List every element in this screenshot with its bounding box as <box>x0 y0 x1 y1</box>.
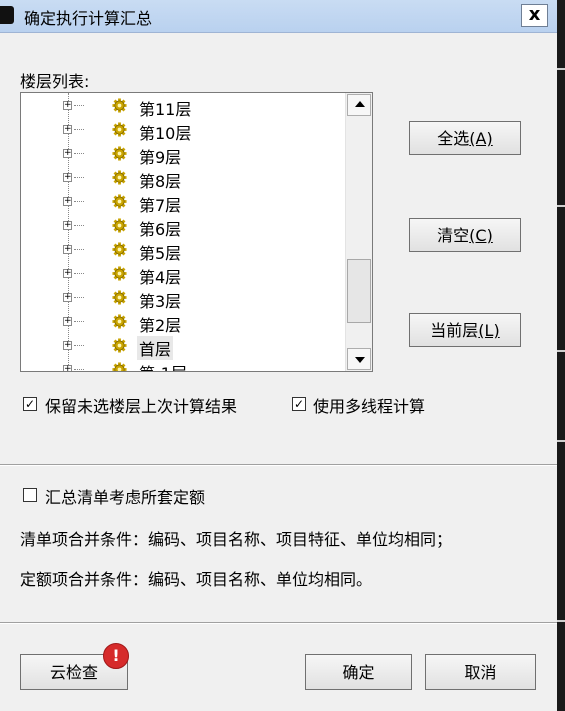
tree-connector <box>74 153 84 154</box>
list-item[interactable]: + 第4层 <box>21 263 345 287</box>
current-floor-mnemonic: (L) <box>478 321 500 340</box>
list-item-label: 第5层 <box>139 244 182 263</box>
select-all-mnemonic: (A) <box>469 129 493 148</box>
floor-gear-icon <box>112 290 127 305</box>
expand-icon[interactable]: + <box>63 149 72 158</box>
floor-gear-icon <box>112 194 127 209</box>
ok-button[interactable]: 确定 <box>305 654 412 690</box>
tree-connector <box>74 273 84 274</box>
list-item[interactable]: + 第3层 <box>21 287 345 311</box>
list-item-label: 第8层 <box>139 172 182 191</box>
tree-connector <box>74 297 84 298</box>
expand-icon[interactable]: + <box>63 125 72 134</box>
list-item-label: 第7层 <box>139 196 182 215</box>
keep-results-label[interactable]: 保留未选楼层上次计算结果 <box>45 393 237 417</box>
list-item-label: 第11层 <box>139 100 192 119</box>
expand-icon[interactable]: + <box>63 269 72 278</box>
floor-gear-icon <box>112 218 127 233</box>
floor-list[interactable]: + 第11层 + 第10层 + 第9层 + 第8层 + 第7层 + 第6层 + 第5层 + 第4层 + 第3层 + 第… <box>20 92 373 372</box>
floor-list-scrollbar[interactable] <box>345 93 372 371</box>
list-item-label: 第3层 <box>139 292 182 311</box>
expand-icon[interactable]: + <box>63 365 72 371</box>
list-item[interactable]: + 第9层 <box>21 143 345 167</box>
list-merge-condition: 清单项合并条件：编码、项目名称、项目特征、单位均相同； <box>20 530 453 549</box>
multithread-checkbox[interactable]: ✓ <box>292 397 306 411</box>
list-item-label: 第6层 <box>139 220 182 239</box>
tree-connector <box>74 225 84 226</box>
quota-merge-condition: 定额项合并条件：编码、项目名称、单位均相同。 <box>20 570 373 589</box>
list-item[interactable]: + 第2层 <box>21 311 345 335</box>
list-item-label: 第4层 <box>139 268 182 287</box>
list-item-label: 第10层 <box>139 124 192 143</box>
select-all-button[interactable]: 全选(A) <box>409 121 521 155</box>
tree-connector <box>74 105 84 106</box>
separator <box>0 464 557 466</box>
floor-list-label: 楼层列表: <box>20 72 90 91</box>
expand-icon[interactable]: + <box>63 317 72 326</box>
list-item[interactable]: + 第-1层 <box>21 359 345 371</box>
floor-gear-icon <box>112 314 127 329</box>
list-item-label: 第2层 <box>139 316 182 335</box>
list-item[interactable]: + 第5层 <box>21 239 345 263</box>
tree-connector <box>74 321 84 322</box>
background-window-edge <box>557 0 565 711</box>
close-button[interactable]: x <box>521 4 548 27</box>
list-item[interactable]: + 首层 <box>21 335 345 360</box>
expand-icon[interactable]: + <box>63 221 72 230</box>
floor-gear-icon <box>112 266 127 281</box>
cancel-button[interactable]: 取消 <box>425 654 536 690</box>
tree-connector <box>74 129 84 130</box>
current-floor-label: 当前层 <box>430 321 479 340</box>
summary-quota-label[interactable]: 汇总清单考虑所套定额 <box>45 484 205 508</box>
floor-gear-icon <box>112 362 127 371</box>
clear-mnemonic: (C) <box>469 226 493 245</box>
alert-badge-icon: ! <box>103 643 129 669</box>
floor-list-viewport: + 第11层 + 第10层 + 第9层 + 第8层 + 第7层 + 第6层 + 第5层 + 第4层 + 第3层 + 第… <box>21 93 345 371</box>
window-title: 确定执行计算汇总 <box>24 9 153 28</box>
floor-gear-icon <box>112 242 127 257</box>
clear-label: 清空 <box>437 226 470 245</box>
arrow-down-icon <box>355 357 365 363</box>
tree-connector <box>74 177 84 178</box>
tree-connector <box>74 249 84 250</box>
floor-gear-icon <box>112 98 127 113</box>
scroll-up-button[interactable] <box>347 94 371 116</box>
tree-connector <box>74 369 84 370</box>
floor-gear-icon <box>112 146 127 161</box>
multithread-label[interactable]: 使用多线程计算 <box>313 393 425 417</box>
summary-quota-checkbox[interactable] <box>23 488 37 502</box>
expand-icon[interactable]: + <box>63 293 72 302</box>
floor-gear-icon <box>112 122 127 137</box>
current-floor-button[interactable]: 当前层(L) <box>409 313 521 347</box>
expand-icon[interactable]: + <box>63 341 72 350</box>
floor-gear-icon <box>112 338 127 353</box>
scroll-thumb[interactable] <box>347 259 371 323</box>
title-bar: 确定执行计算汇总 x <box>0 0 557 33</box>
app-icon <box>0 6 14 24</box>
tree-connector <box>74 201 84 202</box>
expand-icon[interactable]: + <box>63 101 72 110</box>
list-item[interactable]: + 第11层 <box>21 95 345 119</box>
arrow-up-icon <box>355 101 365 107</box>
list-item[interactable]: + 第8层 <box>21 167 345 191</box>
expand-icon[interactable]: + <box>63 173 72 182</box>
keep-results-checkbox[interactable]: ✓ <box>23 397 37 411</box>
expand-icon[interactable]: + <box>63 245 72 254</box>
list-item-label: 首层 <box>137 336 174 360</box>
tree-connector <box>74 345 84 346</box>
list-item-label: 第-1层 <box>139 360 187 371</box>
list-item[interactable]: + 第6层 <box>21 215 345 239</box>
expand-icon[interactable]: + <box>63 197 72 206</box>
separator <box>0 622 557 624</box>
list-item[interactable]: + 第10层 <box>21 119 345 143</box>
select-all-label: 全选 <box>437 129 470 148</box>
list-item-label: 第9层 <box>139 148 182 167</box>
scroll-down-button[interactable] <box>347 348 371 370</box>
clear-button[interactable]: 清空(C) <box>409 218 521 252</box>
floor-gear-icon <box>112 170 127 185</box>
list-item[interactable]: + 第7层 <box>21 191 345 215</box>
